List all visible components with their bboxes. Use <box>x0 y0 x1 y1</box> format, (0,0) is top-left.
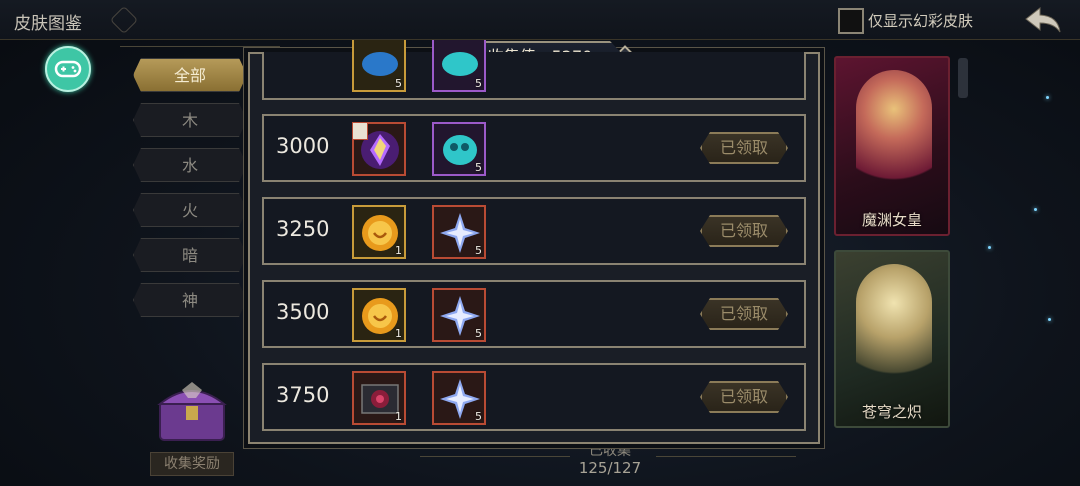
sparkle <box>1034 208 1037 211</box>
claimed-button[interactable]: 已领取 <box>700 298 788 330</box>
badge-icon <box>352 122 368 140</box>
page-title: 皮肤图鉴 <box>14 14 82 34</box>
tab-divine[interactable]: 神 <box>133 283 247 317</box>
divider <box>656 456 796 457</box>
sparkle <box>1048 318 1051 321</box>
milestone-value: 3250 <box>276 217 330 241</box>
gamepad-button[interactable] <box>45 46 91 92</box>
reward-item[interactable]: 5 <box>432 371 486 425</box>
tab-all[interactable]: 全部 <box>133 58 247 92</box>
skin-portrait <box>856 70 932 200</box>
collected-count: 125/127 <box>578 459 642 477</box>
reward-row: 3000 5 已领取 <box>262 114 806 182</box>
reward-item[interactable]: 5 <box>432 288 486 342</box>
gamepad-icon <box>54 60 82 78</box>
reward-item[interactable]: 1 <box>352 205 406 259</box>
reward-item[interactable]: 5 <box>352 40 406 92</box>
sparkle <box>988 246 991 249</box>
back-arrow-icon[interactable] <box>1022 4 1066 36</box>
claimed-button[interactable]: 已领取 <box>700 215 788 247</box>
milestone-value: 3500 <box>276 300 330 324</box>
reward-row: 3250 1 5 已领取 <box>262 197 806 265</box>
tab-wood[interactable]: 木 <box>133 103 247 137</box>
reward-item[interactable]: 1 <box>352 288 406 342</box>
reward-item[interactable]: 5 <box>432 40 486 92</box>
emblem-icon <box>109 5 139 35</box>
skin-name: 苍穹之炽 <box>861 403 922 421</box>
skin-name: 魔渊女皇 <box>861 211 922 229</box>
claimed-button[interactable]: 已领取 <box>700 132 788 164</box>
milestone-value: 3750 <box>276 383 330 407</box>
reward-chest-icon[interactable] <box>152 378 232 444</box>
divider <box>420 456 570 457</box>
skin-card[interactable]: 苍穹之炽 <box>834 250 950 428</box>
tab-fire[interactable]: 火 <box>133 193 247 227</box>
tab-dark[interactable]: 暗 <box>133 238 247 272</box>
reward-item[interactable]: 5 <box>432 122 486 176</box>
skin-portrait <box>856 264 932 394</box>
filter-label[interactable]: 仅显示幻彩皮肤 <box>868 10 973 31</box>
filter-checkbox[interactable] <box>838 8 864 34</box>
milestone-value: 3000 <box>276 134 330 158</box>
reward-row: 3750 1 5 已领取 <box>262 363 806 431</box>
tab-water[interactable]: 水 <box>133 148 247 182</box>
sparkle <box>1046 96 1049 99</box>
scrollbar[interactable] <box>958 58 968 98</box>
reward-item[interactable]: 1 <box>352 371 406 425</box>
divider <box>120 46 280 47</box>
claimed-button[interactable]: 已领取 <box>700 381 788 413</box>
top-bar: 皮肤图鉴 仅显示幻彩皮肤 <box>0 0 1080 40</box>
reward-row: 3500 1 5 已领取 <box>262 280 806 348</box>
collect-reward-button[interactable]: 收集奖励 <box>150 452 234 476</box>
skin-card[interactable]: 魔渊女皇 <box>834 56 950 236</box>
reward-item[interactable]: 5 <box>432 205 486 259</box>
reward-item[interactable] <box>352 122 406 176</box>
reward-row: 5 5 <box>262 40 806 100</box>
